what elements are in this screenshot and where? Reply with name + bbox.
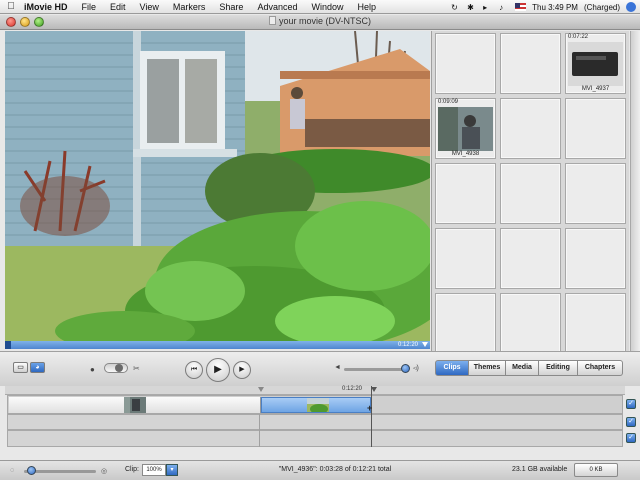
timeline-viewer-button[interactable]: ◕	[30, 362, 45, 373]
timeline-clip[interactable]	[9, 397, 261, 413]
bluetooth-icon[interactable]: ✱	[467, 3, 477, 12]
video-viewer[interactable]	[5, 31, 430, 341]
clip-slot[interactable]	[565, 228, 626, 289]
clip-boundary	[259, 414, 260, 447]
rewind-button[interactable]: ⏮	[185, 361, 203, 379]
video-track[interactable]	[7, 395, 623, 414]
clip-name: MVI_4938	[451, 151, 480, 157]
tab-chapters[interactable]: Chapters	[578, 360, 623, 376]
viewer-time-readout: 0:12:20	[397, 342, 418, 348]
pane-tab-bar: Clips Themes Media Editing Chapters	[435, 360, 623, 376]
input-flag-icon[interactable]	[515, 3, 527, 11]
tab-editing[interactable]: Editing	[539, 360, 578, 376]
video-frame	[5, 31, 430, 341]
volume-low-icon: ◄	[334, 364, 341, 371]
clip-thumbnail	[438, 107, 493, 151]
disk-space: 23.1 GB available	[512, 466, 568, 473]
clip-slot[interactable]	[435, 33, 496, 94]
selection-start-marker[interactable]	[258, 387, 264, 392]
window-title-bar: your movie (DV-NTSC)	[0, 15, 640, 30]
apple-menu-icon[interactable]: 	[0, 1, 22, 12]
timeline-playhead[interactable]	[371, 386, 372, 447]
window-title: your movie (DV-NTSC)	[278, 16, 371, 26]
ruler-time-readout: 0:12:20	[342, 386, 363, 392]
clip-slot[interactable]	[500, 98, 561, 159]
clips-scrollbar[interactable]	[630, 31, 640, 351]
audio-track-2[interactable]	[7, 430, 623, 447]
clip-slot[interactable]	[435, 163, 496, 224]
clip-duration: 0:07:22	[568, 34, 589, 40]
menu-markers[interactable]: Markers	[166, 2, 213, 12]
viewer-end-marker	[422, 342, 428, 347]
volume-icon[interactable]: ♪	[499, 3, 509, 12]
control-bar: ▭ ◕ ● ✂ ⏮ ▶ ▶ ◄ ◃) Clips Themes Media Ed…	[0, 351, 640, 386]
clip-grid: 0:07:22 MVI_4937 0:09:09 MVI_4938	[435, 33, 626, 354]
tab-media[interactable]: Media	[506, 360, 539, 376]
clip-cell-mvi4938[interactable]: 0:09:09 MVI_4938	[435, 98, 496, 159]
menu-extras: ↻ ✱ ▸ ♪ Thu 3:49 PM (Charged)	[451, 0, 636, 14]
menu-clock[interactable]: Thu 3:49 PM	[532, 3, 578, 12]
clips-pane: 0:07:22 MVI_4937 0:09:09 MVI_4938	[431, 31, 629, 354]
window-title-wrap: your movie (DV-NTSC)	[0, 16, 640, 26]
menu-bar:  iMovie HD File Edit View Markers Share…	[0, 0, 640, 14]
scrubber-playhead[interactable]	[5, 341, 11, 349]
clip-slot[interactable]	[500, 228, 561, 289]
scissors-icon: ✂	[133, 364, 140, 373]
clip-slot[interactable]	[500, 33, 561, 94]
clip-slot[interactable]	[435, 293, 496, 354]
volume-slider-knob[interactable]	[401, 364, 410, 373]
viewer-scrubber[interactable]: 0:12:20	[5, 341, 430, 349]
clip-cell-mvi4937[interactable]: 0:07:22 MVI_4937	[565, 33, 626, 94]
clip-thumbnail	[307, 398, 329, 412]
menu-edit[interactable]: Edit	[103, 2, 133, 12]
menu-advanced[interactable]: Advanced	[250, 2, 304, 12]
app-menu[interactable]: iMovie HD	[22, 2, 75, 12]
audio-track-2-checkbox[interactable]: ✓	[626, 433, 636, 443]
play-fullscreen-button[interactable]: ▶	[233, 361, 251, 379]
audio-track-1-checkbox[interactable]: ✓	[626, 417, 636, 427]
clip-duration: 0:09:09	[438, 99, 459, 105]
timeline-clip-selected[interactable]	[261, 397, 371, 413]
clip-thumbnail	[124, 397, 146, 413]
wifi-icon[interactable]: ▸	[483, 3, 493, 12]
menu-share[interactable]: Share	[212, 2, 250, 12]
clip-viewer-button[interactable]: ▭	[13, 362, 28, 373]
clip-name: MVI_4937	[581, 86, 610, 92]
camera-icon: ●	[90, 365, 95, 374]
video-track-checkbox[interactable]: ✓	[626, 399, 636, 409]
spotlight-icon[interactable]	[626, 2, 636, 12]
clip-slot[interactable]	[500, 293, 561, 354]
timeline-ruler[interactable]: 0:12:20	[5, 386, 625, 395]
tab-clips[interactable]: Clips	[435, 360, 469, 376]
tab-themes[interactable]: Themes	[469, 360, 506, 376]
clip-thumbnail	[568, 42, 623, 86]
menu-file[interactable]: File	[75, 2, 104, 12]
imovie-screen:  iMovie HD File Edit View Markers Share…	[0, 0, 640, 480]
audio-track-1[interactable]	[7, 414, 623, 430]
document-icon	[268, 16, 276, 25]
status-bar: ◌ ◎ Clip: 100% ▾ "MVI_4936": 0:03:28 of …	[0, 460, 640, 480]
insert-cursor-icon: +	[367, 403, 373, 413]
battery-status[interactable]: (Charged)	[584, 3, 620, 12]
play-button[interactable]: ▶	[206, 358, 230, 382]
volume-slider[interactable]	[344, 364, 410, 373]
camera-edit-mode-switch[interactable]	[104, 363, 128, 373]
clip-slot[interactable]	[565, 163, 626, 224]
menu-window[interactable]: Window	[304, 2, 350, 12]
clip-slot[interactable]	[565, 98, 626, 159]
clip-slot[interactable]	[435, 228, 496, 289]
trash-button[interactable]: 0 KB	[574, 463, 618, 477]
clip-slot[interactable]	[500, 163, 561, 224]
sync-icon[interactable]: ↻	[451, 3, 461, 12]
menu-view[interactable]: View	[133, 2, 166, 12]
menu-help[interactable]: Help	[351, 2, 384, 12]
clip-slot[interactable]	[565, 293, 626, 354]
volume-high-icon: ◃)	[413, 365, 419, 372]
